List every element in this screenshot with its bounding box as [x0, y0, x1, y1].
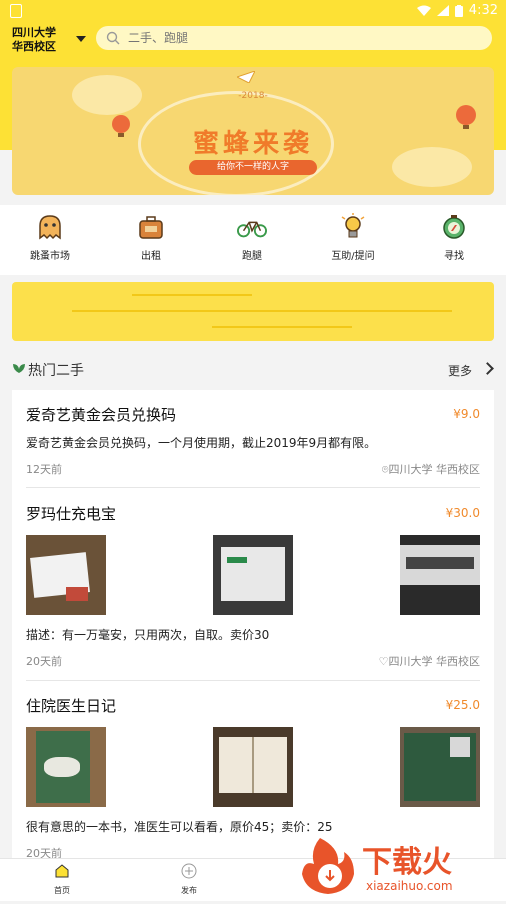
- strip-decoration: [72, 310, 452, 312]
- category-help[interactable]: 互助/提问: [313, 213, 393, 262]
- item-title: 爱奇艺黄金会员兑换码: [26, 406, 177, 424]
- banner-title: 蜜蜂来袭: [192, 129, 313, 159]
- bicycle-icon: [237, 213, 267, 241]
- item-location: ♡四川大学 华西校区: [378, 655, 480, 668]
- promo-banner[interactable]: -2018- 蜜蜂来袭 给你不一样的人字: [12, 67, 494, 195]
- item-photo[interactable]: [26, 727, 106, 807]
- chevron-right-icon[interactable]: [481, 362, 494, 375]
- search-icon: [106, 31, 120, 45]
- leaf-icon: [13, 364, 25, 373]
- lightbulb-icon: [338, 213, 368, 241]
- banner-year: -2018-: [238, 91, 268, 101]
- signal-icon: [436, 5, 449, 16]
- watermark: 下载火 xiazaihuo.com: [300, 830, 506, 900]
- search-bar[interactable]: [96, 26, 492, 50]
- category-label: 寻找: [444, 251, 464, 262]
- section-title: 热门二手: [28, 363, 84, 379]
- divider: [26, 680, 480, 681]
- location-pin-icon: ♡: [378, 655, 389, 668]
- item-price: ¥25.0: [445, 698, 480, 712]
- campus-district: 华西校区: [12, 40, 56, 53]
- caret-down-icon[interactable]: [76, 36, 86, 42]
- item-list: 爱奇艺黄金会员兑换码 ¥9.0 爱奇艺黄金会员兑换码，一个月使用期，截止2019…: [12, 390, 494, 860]
- tab-label: 发布: [181, 886, 197, 895]
- banner-subtitle: 给你不一样的人字: [189, 160, 317, 175]
- item-photo[interactable]: [400, 535, 480, 615]
- item-price: ¥9.0: [453, 407, 480, 421]
- item-time: 20天前: [26, 655, 62, 668]
- paper-plane-icon: [237, 71, 255, 83]
- hot-secondhand-header: 热门二手 更多: [0, 356, 506, 384]
- location-pin-icon: ⌾: [381, 463, 389, 476]
- category-label: 跳蚤市场: [30, 251, 70, 262]
- clock: 4:32: [468, 3, 498, 18]
- category-label: 跑腿: [242, 251, 262, 262]
- item-desc: 很有意思的一本书，准医生可以看看，原价45；卖价：25: [26, 820, 333, 834]
- strip-decoration: [212, 326, 352, 328]
- category-label: 互助/提问: [331, 251, 375, 262]
- more-link[interactable]: 更多: [448, 362, 472, 379]
- add-icon: [181, 863, 197, 879]
- notification-icon: [10, 4, 22, 18]
- compass-icon: [439, 213, 469, 241]
- wifi-icon: [416, 5, 431, 16]
- item-photo[interactable]: [213, 727, 293, 807]
- item-price: ¥30.0: [445, 506, 480, 520]
- item-desc: 爱奇艺黄金会员兑换码，一个月使用期，截止2019年9月都有限。: [26, 436, 377, 450]
- battery-icon: [454, 4, 463, 17]
- item-photo[interactable]: [400, 727, 480, 807]
- search-input[interactable]: [126, 30, 470, 46]
- item-title: 住院医生日记: [26, 697, 117, 715]
- item-photo[interactable]: [213, 535, 293, 615]
- item-photo[interactable]: [26, 535, 106, 615]
- svg-text:下载火: 下载火: [362, 845, 452, 880]
- category-find[interactable]: 寻找: [414, 213, 494, 262]
- category-rent[interactable]: 出租: [111, 213, 191, 262]
- category-label: 出租: [141, 251, 161, 262]
- campus-school: 四川大学: [12, 26, 56, 39]
- item-time: 12天前: [26, 463, 62, 476]
- promo-strip[interactable]: [12, 282, 494, 341]
- strip-decoration: [132, 294, 252, 296]
- category-errand[interactable]: 跑腿: [212, 213, 292, 262]
- home-icon: [55, 864, 69, 878]
- category-flea-market[interactable]: 跳蚤市场: [10, 213, 90, 262]
- tab-home[interactable]: 首页: [32, 863, 92, 896]
- status-bar: 4:32: [0, 0, 506, 24]
- divider: [26, 487, 480, 488]
- svg-text:xiazaihuo.com: xiazaihuo.com: [366, 879, 453, 893]
- item-location: ⌾四川大学 华西校区: [381, 463, 480, 476]
- watermark-logo: 下载火 xiazaihuo.com: [302, 838, 453, 894]
- campus-selector[interactable]: 四川大学 华西校区: [12, 26, 56, 54]
- tab-publish[interactable]: 发布: [159, 863, 219, 896]
- suitcase-icon: [136, 213, 166, 241]
- category-nav: 跳蚤市场 出租 跑腿 互助/提问 寻找: [0, 205, 506, 275]
- tab-label: 首页: [54, 886, 70, 895]
- item-title: 罗玛仕充电宝: [26, 505, 117, 523]
- ghost-icon: [35, 213, 65, 241]
- item-desc: 描述：有一万毫安，只用两次，自取。卖价30: [26, 628, 270, 642]
- top-header: 四川大学 华西校区: [0, 24, 506, 58]
